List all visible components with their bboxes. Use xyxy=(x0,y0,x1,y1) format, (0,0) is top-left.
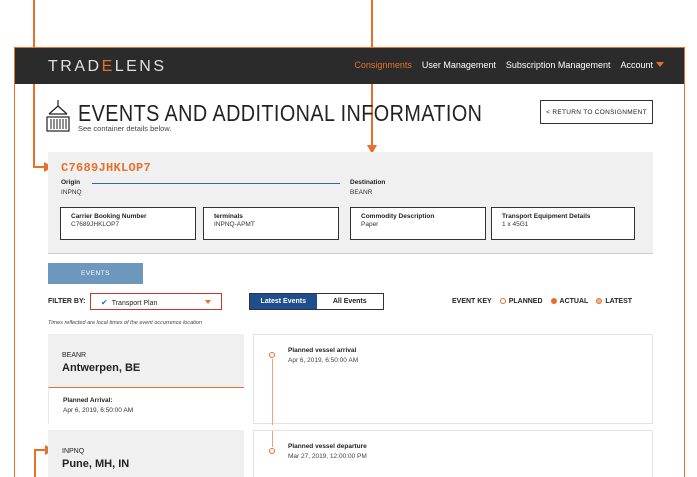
nav-user-management[interactable]: User Management xyxy=(422,60,496,70)
event-date: Apr 6, 2019, 6:50:00 AM xyxy=(288,357,359,364)
location-header: BEANR Antwerpen, BE xyxy=(48,334,244,387)
event-card: Planned vessel departure Mar 27, 2019, 1… xyxy=(253,430,653,477)
key-latest-label: LATEST xyxy=(605,298,633,305)
filter-label: FILTER BY: xyxy=(48,298,86,305)
timeline-line xyxy=(271,431,273,447)
nav-subscription-management[interactable]: Subscription Management xyxy=(506,60,611,70)
tab-events[interactable]: EVENTS xyxy=(48,263,143,284)
chevron-down-icon xyxy=(656,62,664,67)
origin: Origin INPNQ xyxy=(61,179,82,196)
latest-dot-icon xyxy=(596,298,603,304)
filter-select[interactable]: ✔ Transport Plan xyxy=(90,293,222,310)
location-detail: Planned Arrival: Apr 6, 2019, 6:50:00 AM xyxy=(48,387,244,424)
event-title: Planned vessel arrival xyxy=(288,347,357,354)
event-key-label: EVENT KEY xyxy=(452,298,492,305)
tradelens-logo[interactable]: TRADELENS xyxy=(48,58,167,76)
planned-arrival-value: Apr 6, 2019, 6:50:00 AM xyxy=(63,407,134,414)
key-actual: ACTUAL xyxy=(550,298,589,305)
logo-text: LENS xyxy=(114,58,167,75)
location-city: Antwerpen, BE xyxy=(62,362,141,374)
key-planned-label: PLANNED xyxy=(508,298,543,305)
event-key: EVENT KEY PLANNED ACTUAL LATEST xyxy=(452,298,632,305)
nav-consignments[interactable]: Consignments xyxy=(354,60,412,70)
detail-label: Transport Equipment Details xyxy=(502,213,591,220)
toggle-latest-events[interactable]: Latest Events xyxy=(250,294,317,309)
toggle-all-events[interactable]: All Events xyxy=(316,294,383,309)
page: TRADELENS Consignments User Management S… xyxy=(0,0,697,477)
nav-account-label: Account xyxy=(620,60,653,70)
logo-text: E xyxy=(101,58,115,75)
nav-account[interactable]: Account xyxy=(620,60,664,70)
nav-links: Consignments User Management Subscriptio… xyxy=(354,60,664,70)
location-city: Pune, MH, IN xyxy=(62,458,130,470)
key-latest: LATEST xyxy=(596,298,632,305)
location-card-inpnq[interactable]: INPNQ Pune, MH, IN xyxy=(48,430,244,477)
planned-dot-icon xyxy=(269,448,275,454)
page-title: EVENTS AND ADDITIONAL INFORMATION xyxy=(78,100,483,126)
detail-value: 1 x 45G1 xyxy=(502,221,529,228)
detail-value: INPNQ-APMT xyxy=(214,221,255,228)
key-planned: PLANNED xyxy=(499,298,543,305)
detail-value: Paper xyxy=(361,221,379,228)
origin-value: INPNQ xyxy=(61,189,82,196)
planned-dot-icon xyxy=(499,298,506,304)
container-crane-icon xyxy=(46,100,70,132)
return-to-consignment-button[interactable]: < RETURN TO CONSIGNMENT xyxy=(540,100,653,124)
times-note: Times reflected are local times of the e… xyxy=(48,320,203,326)
events-toggle: Latest Events All Events xyxy=(249,293,384,310)
actual-dot-icon xyxy=(550,298,557,304)
container-id: C7689JHKLOP7 xyxy=(61,161,152,175)
origin-label: Origin xyxy=(61,179,81,186)
planned-dot-icon xyxy=(269,352,275,358)
detail-box-commodity: Commodity Description Paper xyxy=(350,207,486,240)
detail-box-equipment: Transport Equipment Details 1 x 45G1 xyxy=(491,207,635,240)
detail-label: Carrier Booking Number xyxy=(71,213,147,220)
check-icon: ✔ xyxy=(101,298,108,307)
key-actual-label: ACTUAL xyxy=(559,298,589,305)
filter-selected-value: Transport Plan xyxy=(111,300,158,307)
destination: Destination BEANR xyxy=(350,179,385,196)
event-title: Planned vessel departure xyxy=(288,443,367,450)
logo-text: TRAD xyxy=(48,58,102,75)
location-card-beanr[interactable]: BEANR Antwerpen, BE Planned Arrival: Apr… xyxy=(48,334,244,424)
detail-value: C7689JHKLOP7 xyxy=(71,221,120,228)
chevron-down-icon xyxy=(205,300,211,304)
planned-arrival-label: Planned Arrival: xyxy=(63,397,113,404)
event-card: Planned vessel arrival Apr 6, 2019, 6:50… xyxy=(253,334,653,425)
event-date: Mar 27, 2019, 12:00:00 PM xyxy=(288,453,367,460)
timeline-line xyxy=(271,359,273,425)
destination-value: BEANR xyxy=(350,189,373,196)
top-nav: TRADELENS Consignments User Management S… xyxy=(15,48,684,84)
detail-box-terminals: terminals INPNQ-APMT xyxy=(203,207,339,240)
page-subtitle: See container details below. xyxy=(78,124,172,133)
detail-box-booking: Carrier Booking Number C7689JHKLOP7 xyxy=(60,207,196,240)
detail-label: Commodity Description xyxy=(361,213,435,220)
location-code: INPNQ xyxy=(62,448,85,455)
detail-label: terminals xyxy=(214,213,243,220)
destination-label: Destination xyxy=(350,179,386,186)
route-line xyxy=(92,183,340,184)
container-summary-card: C7689JHKLOP7 Origin INPNQ Destination BE… xyxy=(48,152,653,254)
location-code: BEANR xyxy=(62,352,87,359)
